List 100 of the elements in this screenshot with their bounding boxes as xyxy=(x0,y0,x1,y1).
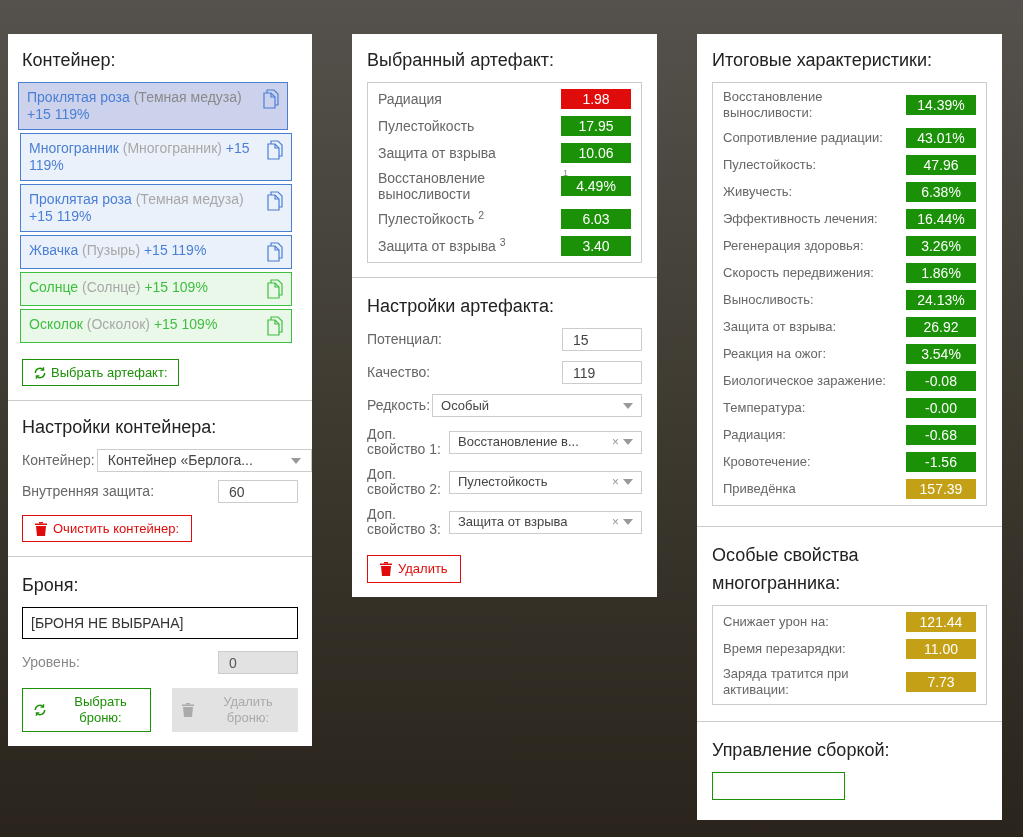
artifact-slot[interactable]: Многогранник (Многогранник) +15 119% xyxy=(20,133,292,181)
stat-label: Пулестойкость xyxy=(378,118,475,134)
section-title: Настройки артефакта: xyxy=(367,295,555,318)
stat-label: Сопротивление радиации: xyxy=(723,130,883,146)
field-label: Потенциал: xyxy=(367,330,442,349)
pick-artifact-button[interactable]: Выбрать артефакт: xyxy=(22,359,179,386)
pick-armor-button[interactable]: Выбрать броню: xyxy=(22,688,151,732)
caret-icon xyxy=(623,402,633,409)
stat-label: Защита от взрыва xyxy=(378,145,496,161)
section-title: Броня: xyxy=(22,574,80,597)
value-badge: 11.00 xyxy=(906,639,976,659)
stat-label: Радиация: xyxy=(723,427,786,443)
stat-label: Эффективность лечения: xyxy=(723,211,878,227)
protection-input[interactable]: 60 xyxy=(218,480,298,503)
value-badge: 3.26% xyxy=(906,236,976,256)
copy-icon[interactable] xyxy=(267,191,283,211)
artifact-slot[interactable]: Жвачка (Пузырь) +15 119% xyxy=(20,235,292,269)
value-badge: 3.40 xyxy=(561,236,631,256)
stat-label: Выносливость: xyxy=(723,292,814,308)
artifact-label: Многогранник (Многогранник) +15 119% xyxy=(29,140,251,174)
property-select[interactable]: Восстановление в... × xyxy=(449,430,642,454)
value-badge: 157.39 xyxy=(906,479,976,499)
value-badge: 121.44 xyxy=(906,612,976,632)
stat-label: Пулестойкость: xyxy=(723,157,817,173)
property-select[interactable]: Особый xyxy=(432,394,642,417)
stat-label: Реакция на ожог: xyxy=(723,346,826,362)
number-input[interactable]: 119 xyxy=(562,361,642,384)
armor-field[interactable]: [БРОНЯ НЕ ВЫБРАНА] xyxy=(22,607,298,639)
artifact-slot[interactable]: Проклятая роза (Темная медуза) +15 119% xyxy=(18,82,288,130)
level-input[interactable]: 0 xyxy=(218,651,298,674)
caret-icon xyxy=(623,519,633,525)
value-badge: -0.68 xyxy=(906,425,976,445)
artifact-label: Осколок (Осколок) +15 109% xyxy=(29,316,218,333)
artifact-label: Солнце (Солнце) +15 109% xyxy=(29,279,208,296)
section-title: Особые свойства многогранника: xyxy=(712,544,860,595)
field-label: Редкость: xyxy=(367,398,431,413)
value-badge: 7.73 xyxy=(906,672,976,692)
stat-label: Восстановление выносливости xyxy=(378,170,487,202)
container-select[interactable]: Контейнер «Берлога... xyxy=(96,449,312,472)
property-select[interactable]: Защита от взрыва × xyxy=(449,510,642,534)
trash-icon xyxy=(35,521,47,536)
section-title: Контейнер: xyxy=(22,49,117,72)
artifact-slot[interactable]: Проклятая роза (Темная медуза) +15 119% xyxy=(20,184,292,232)
value-badge: 24.13% xyxy=(906,290,976,310)
value-badge: 16.44% xyxy=(906,209,976,229)
clear-icon[interactable]: × xyxy=(612,433,619,451)
copy-icon[interactable] xyxy=(267,316,283,336)
trash-icon xyxy=(380,562,392,576)
caret-icon xyxy=(291,457,301,464)
stat-label: Защита от взрыва $^{3}$ xyxy=(378,238,506,254)
copy-icon[interactable] xyxy=(263,89,279,109)
stat-label: Пулестойкость $^{2}$ xyxy=(378,211,485,227)
stat-label: Скорость передвижения: xyxy=(723,265,874,281)
value-badge: 47.96 xyxy=(906,155,976,175)
export-button[interactable] xyxy=(712,772,845,800)
clear-container-button[interactable]: Очистить контейнер: xyxy=(22,515,192,542)
stat-label: Биологическое заражение: xyxy=(723,373,886,389)
caret-icon xyxy=(623,439,633,445)
caret-icon xyxy=(623,479,633,485)
field-label: Уровень: xyxy=(22,653,80,672)
field-label: Качество: xyxy=(367,363,431,382)
stat-label: Восстановление выносливости: xyxy=(723,89,824,121)
value-badge: 6.03 xyxy=(561,209,631,229)
field-label: Доп. свойство 3: xyxy=(367,507,442,537)
value-badge: -0.00 xyxy=(906,398,976,418)
copy-icon[interactable] xyxy=(267,242,283,262)
stat-label: Радиация xyxy=(378,91,442,107)
field-label: Доп. свойство 1: xyxy=(367,427,442,457)
stat-label: Регенерация здоровья: xyxy=(723,238,864,254)
stat-label: Приведёнка xyxy=(723,481,796,497)
artifact-label: Проклятая роза (Темная медуза) +15 119% xyxy=(29,191,245,225)
section-title: Настройки контейнера: xyxy=(22,416,218,439)
value-badge: 1.86% xyxy=(906,263,976,283)
trash-icon xyxy=(182,703,194,717)
value-badge: -0.08 xyxy=(906,371,976,391)
copy-icon[interactable] xyxy=(267,279,283,299)
value-badge: -1.56 xyxy=(906,452,976,472)
stat-label: Время перезарядки: xyxy=(723,641,846,657)
value-badge: 43.01% xyxy=(906,128,976,148)
stat-label: Защита от взрыва: xyxy=(723,319,837,335)
field-label: Внутренняя защита: xyxy=(22,482,155,501)
number-input[interactable]: 15 xyxy=(562,328,642,351)
field-label: Контейнер: xyxy=(22,451,95,470)
stat-label: Снижает урон на: xyxy=(723,614,829,630)
artifact-label: Жвачка (Пузырь) +15 119% xyxy=(29,242,207,259)
value-badge: 10.06 xyxy=(561,143,631,163)
stat-label: Живучесть: xyxy=(723,184,793,200)
value-badge: 6.38% xyxy=(906,182,976,202)
stat-label: Заряда тратится при активации: xyxy=(723,666,850,698)
stat-label: Кровотечение: xyxy=(723,454,811,470)
value-badge: 26.92 xyxy=(906,317,976,337)
clear-icon[interactable]: × xyxy=(612,513,619,531)
value-badge: 4.49% xyxy=(561,176,631,196)
section-title: Выбранный артефакт: xyxy=(367,49,555,72)
value-badge: 1.98 xyxy=(561,89,631,109)
property-select[interactable]: Пулестойкость × xyxy=(449,470,642,494)
copy-icon[interactable] xyxy=(267,140,283,160)
delete-button[interactable]: Удалить xyxy=(367,555,461,583)
artifact-label: Проклятая роза (Темная медуза) +15 119% xyxy=(27,89,243,123)
clear-icon[interactable]: × xyxy=(612,473,619,491)
